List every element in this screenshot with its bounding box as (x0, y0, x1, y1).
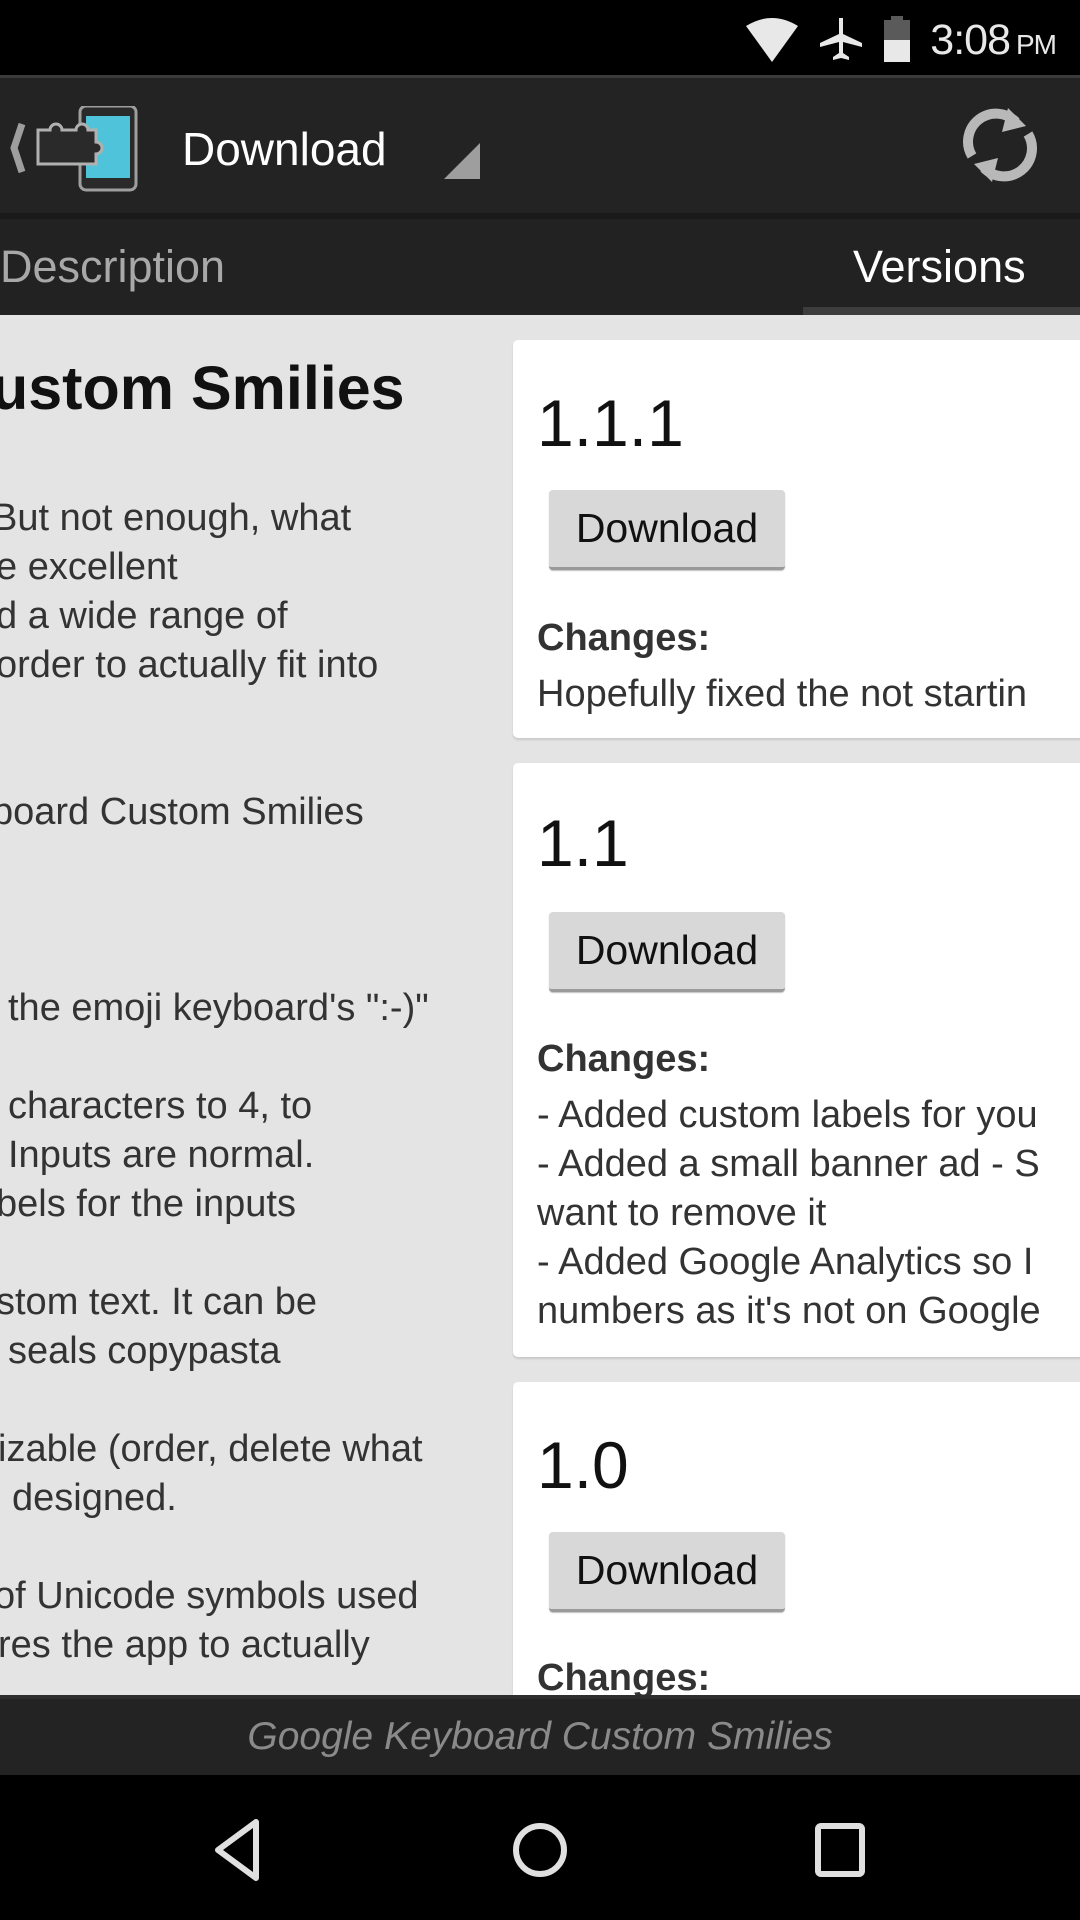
up-navigation[interactable] (8, 104, 138, 192)
change-line: - Added a small banner ad - S (537, 1143, 1040, 1185)
version-card: 1.0 Download Changes: (513, 1382, 1080, 1695)
description-line: res the app to actually (0, 1624, 370, 1666)
change-line: - Added Google Analytics so I (537, 1241, 1034, 1283)
section-spinner[interactable]: Download (150, 78, 480, 213)
version-card: 1.1.1 Download Changes: Hopefully fixed … (513, 340, 1080, 738)
recents-icon (815, 1823, 865, 1877)
description-line: the emoji keyboard's ":-)" (8, 987, 429, 1029)
changes-label: Changes: (537, 1657, 711, 1695)
module-name: Google Keyboard Custom Smilies (247, 1715, 833, 1758)
changes-label: Changes: (537, 1038, 711, 1080)
download-button[interactable]: Download (549, 912, 785, 992)
back-button[interactable] (190, 1810, 290, 1890)
description-title: ustom Smilies (0, 354, 405, 422)
home-button[interactable] (490, 1810, 590, 1890)
xposed-installer-icon (10, 104, 138, 192)
description-line: designed. (12, 1477, 177, 1519)
download-button[interactable]: Download (549, 1532, 785, 1612)
change-line: - Added custom labels for you (537, 1094, 1038, 1136)
description-line: d a wide range of (0, 595, 288, 637)
description-line: bels for the inputs (0, 1183, 296, 1225)
tab-versions[interactable]: Versions (803, 219, 1080, 315)
home-icon (513, 1823, 567, 1877)
refresh-button[interactable] (960, 100, 1040, 190)
back-icon (215, 1819, 259, 1881)
description-line: seals copypasta (8, 1330, 281, 1372)
description-line: But not enough, what (0, 497, 352, 539)
clock-time: 3:08 (930, 15, 1011, 64)
navigation-bar (0, 1775, 1080, 1920)
clock-ampm: PM (1016, 28, 1057, 60)
refresh-icon (963, 108, 1037, 182)
change-line: numbers as it's not on Google (537, 1290, 1041, 1332)
action-bar: Download (0, 75, 1080, 213)
content-pager[interactable]: ustom Smilies But not enough, what e exc… (0, 315, 1080, 1695)
status-icons: 3:08 PM (744, 10, 1057, 70)
tab-selected-indicator (803, 307, 1080, 315)
status-bar: 3:08 PM (0, 0, 1080, 75)
spinner-title: Download (182, 123, 387, 175)
changes-label: Changes: (537, 617, 711, 659)
clock: 3:08 PM (930, 15, 1057, 65)
recents-button[interactable] (790, 1810, 890, 1890)
version-number: 1.0 (537, 1428, 629, 1502)
version-number: 1.1 (537, 806, 629, 880)
description-line: e excellent (0, 546, 178, 588)
description-line: characters to 4, to (8, 1085, 313, 1127)
tab-bar: Description Versions (0, 213, 1080, 315)
version-card: 1.1 Download Changes: - Added custom lab… (513, 763, 1080, 1357)
battery-icon (882, 16, 912, 64)
module-footer: Google Keyboard Custom Smilies (0, 1695, 1080, 1775)
spinner-dropdown-icon (444, 143, 480, 179)
description-page: ustom Smilies But not enough, what e exc… (0, 315, 500, 1695)
description-line: of Unicode symbols used (0, 1575, 419, 1617)
description-line: order to actually fit into (0, 644, 379, 686)
tab-versions-label: Versions (853, 241, 1026, 292)
description-line: board Custom Smilies (0, 791, 364, 833)
description-line: izable (order, delete what (0, 1428, 423, 1470)
wifi-icon (744, 16, 800, 64)
change-line: want to remove it (537, 1192, 827, 1234)
version-number: 1.1.1 (537, 386, 684, 460)
description-line: Inputs are normal. (8, 1134, 315, 1176)
download-button[interactable]: Download (549, 490, 785, 570)
airplane-mode-icon (818, 16, 864, 64)
tab-description[interactable]: Description (0, 219, 225, 315)
tab-description-label: Description (0, 241, 226, 292)
change-line: Hopefully fixed the not startin (537, 673, 1028, 715)
description-line: stom text. It can be (0, 1281, 318, 1323)
